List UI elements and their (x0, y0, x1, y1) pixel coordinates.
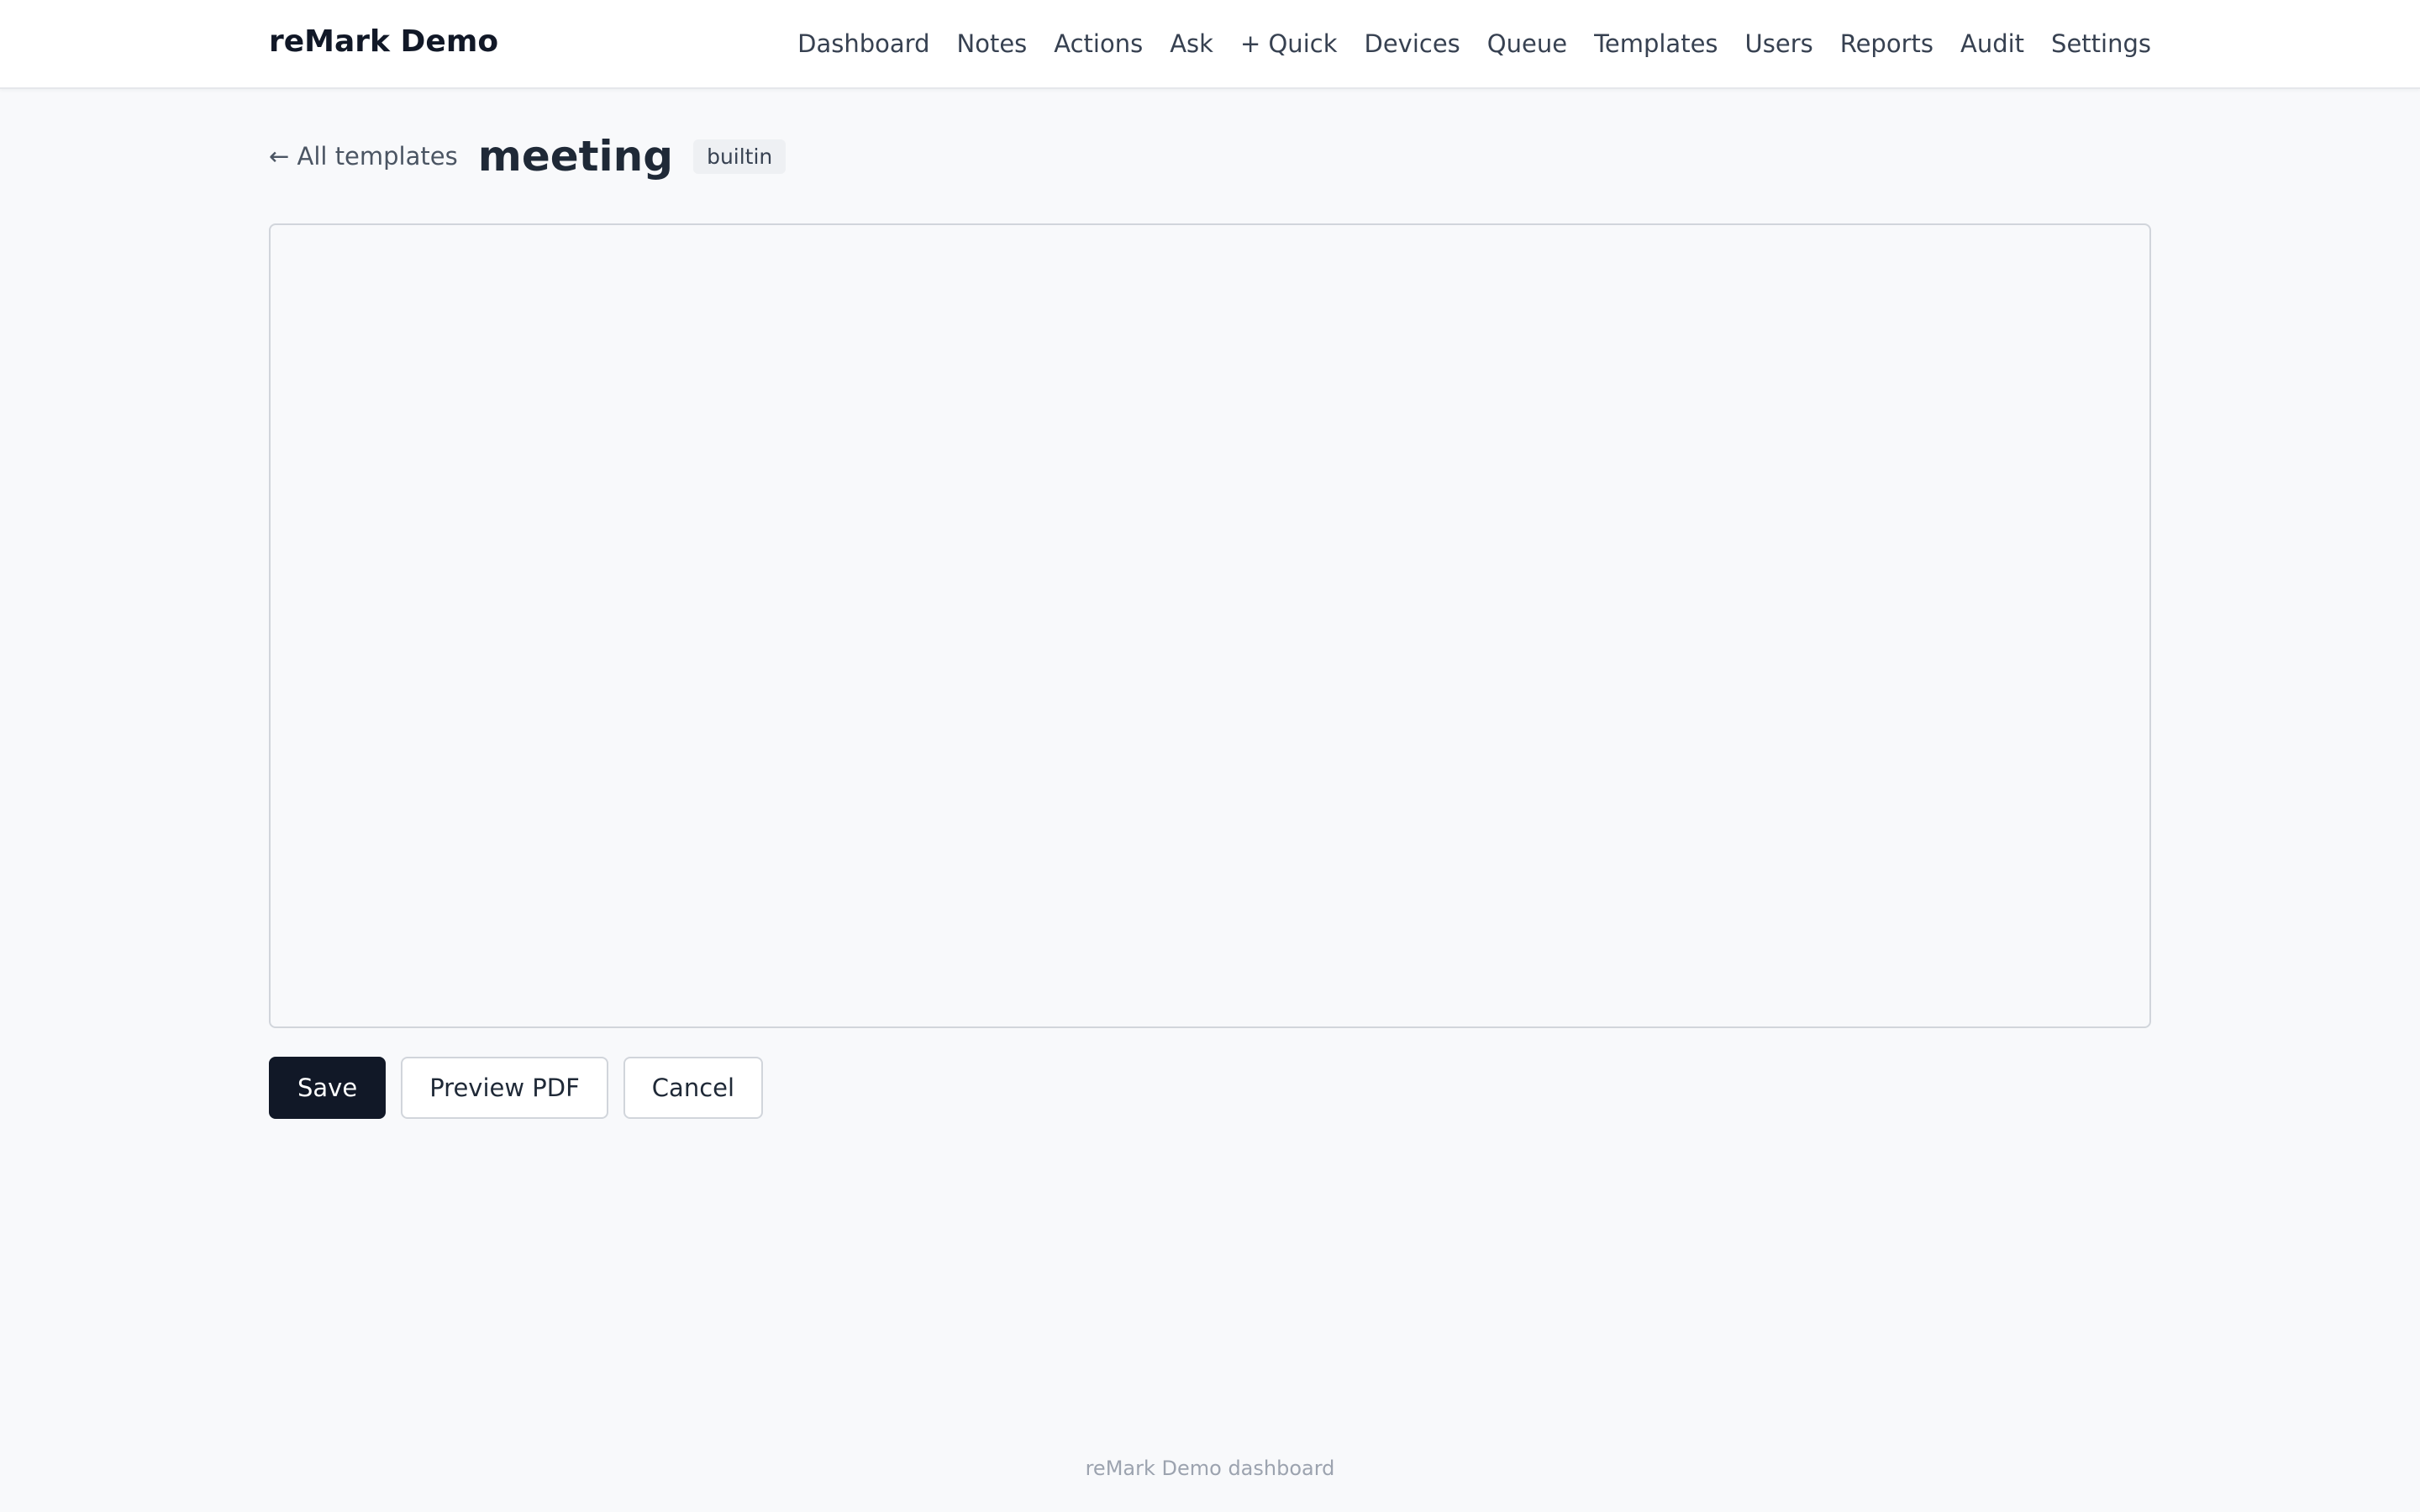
form-actions: Save Preview PDF Cancel (269, 1057, 764, 1119)
template-editor[interactable] (269, 223, 2151, 1028)
preview-pdf-button[interactable]: Preview PDF (401, 1057, 608, 1119)
back-to-templates-link[interactable]: ← All templates (269, 142, 458, 171)
save-button[interactable]: Save (269, 1057, 387, 1119)
template-type-badge: builtin (693, 139, 786, 174)
nav-item-devices[interactable]: Devices (1365, 2, 1460, 86)
top-nav-bar: reMark Demo Dashboard Notes Actions Ask … (0, 0, 2420, 89)
nav-item-templates[interactable]: Templates (1594, 2, 1718, 86)
nav-item-actions[interactable]: Actions (1054, 2, 1143, 86)
nav-item-audit[interactable]: Audit (1960, 2, 2024, 86)
page-title: meeting (477, 132, 674, 181)
nav-item-reports[interactable]: Reports (1840, 2, 1933, 86)
nav-item-ask[interactable]: Ask (1170, 2, 1213, 86)
cancel-button[interactable]: Cancel (623, 1057, 764, 1119)
nav-item-queue[interactable]: Queue (1487, 2, 1567, 86)
nav-item-settings[interactable]: Settings (2051, 2, 2151, 86)
page-header: ← All templates meeting builtin (269, 126, 786, 186)
nav-item-notes[interactable]: Notes (957, 2, 1028, 86)
nav-item-users[interactable]: Users (1745, 2, 1813, 86)
nav-item-quick[interactable]: + Quick (1240, 2, 1338, 86)
main-nav: Dashboard Notes Actions Ask + Quick Devi… (797, 0, 2151, 87)
nav-item-dashboard[interactable]: Dashboard (797, 2, 929, 86)
app-brand[interactable]: reMark Demo (269, 0, 498, 87)
page-footer: reMark Demo dashboard (1085, 1457, 1335, 1480)
